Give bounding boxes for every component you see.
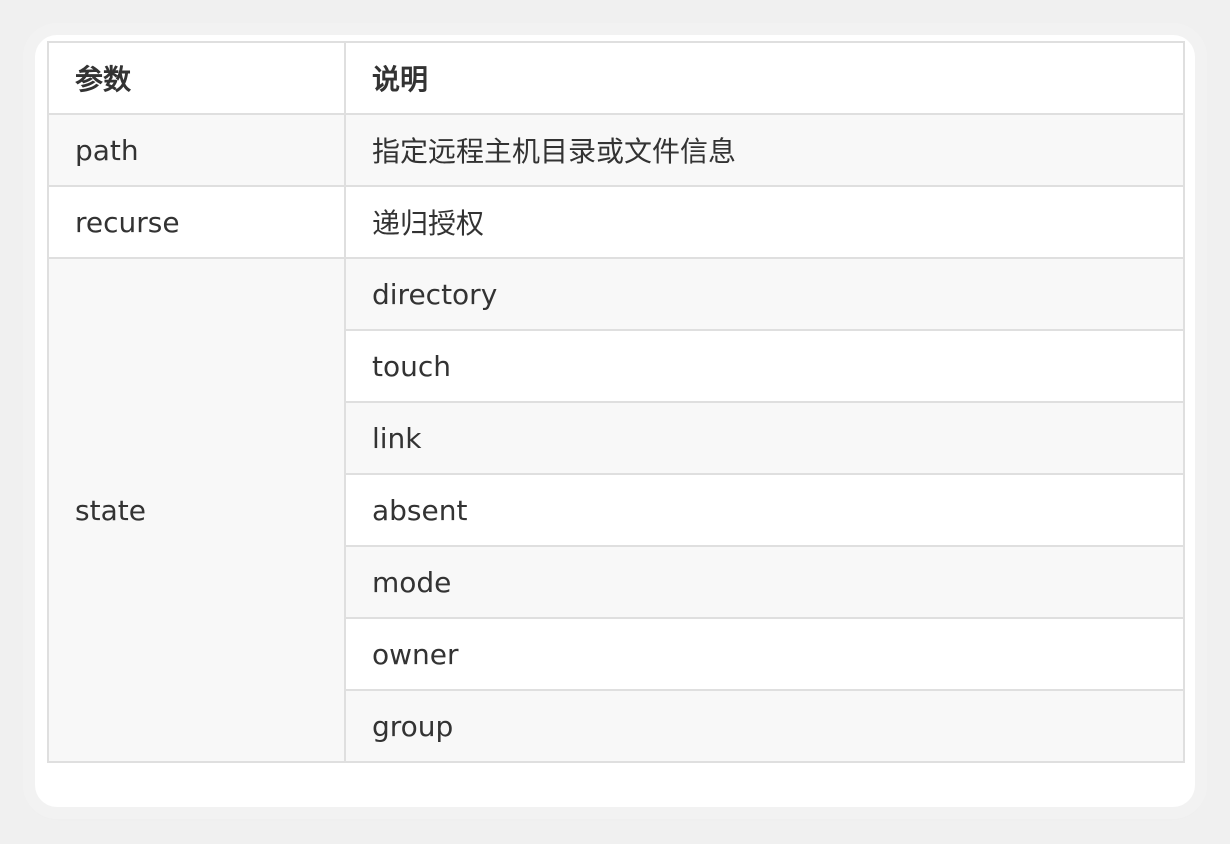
table-window: 参数 说明 path 指定远程主机目录或文件信息 recurse 递归授权 st… — [35, 35, 1195, 807]
state-value-cell: mode — [344, 545, 1185, 619]
state-value-cell: touch — [344, 329, 1185, 403]
param-cell: recurse — [47, 185, 346, 259]
state-value-cell: link — [344, 401, 1185, 475]
description-cell: 递归授权 — [344, 185, 1185, 259]
header-description: 说明 — [344, 41, 1185, 115]
state-value-cell: directory — [344, 257, 1185, 331]
state-value-cell: group — [344, 689, 1185, 763]
description-cell: 指定远程主机目录或文件信息 — [344, 113, 1185, 187]
param-cell-state: state — [47, 257, 346, 763]
table-header-row: 参数 说明 — [47, 41, 1185, 115]
header-param: 参数 — [47, 41, 346, 115]
table-row: recurse 递归授权 — [47, 185, 1185, 259]
state-value-cell: owner — [344, 617, 1185, 691]
parameter-table: 参数 说明 path 指定远程主机目录或文件信息 recurse 递归授权 st… — [47, 41, 1185, 763]
param-cell: path — [47, 113, 346, 187]
table-row: path 指定远程主机目录或文件信息 — [47, 113, 1185, 187]
state-value-cell: absent — [344, 473, 1185, 547]
table-row: state directory — [47, 257, 1185, 763]
